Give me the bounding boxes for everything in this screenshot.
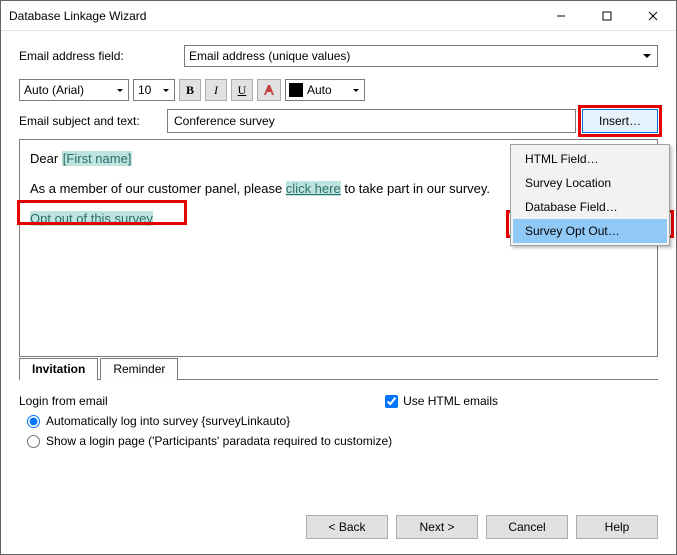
email-field-select[interactable]: Email address (unique values) <box>184 45 658 67</box>
text-color-icon <box>262 83 276 97</box>
subject-label: Email subject and text: <box>19 114 167 128</box>
click-here-link: click here <box>286 181 341 196</box>
radio-login-page-input[interactable] <box>27 435 40 448</box>
insert-button[interactable]: Insert… <box>582 109 658 133</box>
menu-survey-opt-out[interactable]: Survey Opt Out… <box>513 219 667 243</box>
content-area: Email address field: Email address (uniq… <box>1 31 676 505</box>
firstname-placeholder: [First name] <box>62 151 133 166</box>
underline-button[interactable]: U <box>231 79 253 101</box>
insert-context-menu: HTML Field… Survey Location Database Fie… <box>510 144 670 246</box>
font-select[interactable]: Auto (Arial) <box>19 79 129 101</box>
window-title: Database Linkage Wizard <box>9 9 538 23</box>
radio-login-page[interactable]: Show a login page ('Participants' parada… <box>27 434 658 448</box>
fill-color-select[interactable]: Auto <box>285 79 365 101</box>
tab-reminder[interactable]: Reminder <box>100 358 178 380</box>
email-field-value: Email address (unique values) <box>189 49 350 63</box>
next-button[interactable]: Next > <box>396 515 478 539</box>
back-button[interactable]: < Back <box>306 515 388 539</box>
text-color-button[interactable] <box>257 79 281 101</box>
radio-auto-login[interactable]: Automatically log into survey {surveyLin… <box>27 414 658 428</box>
wizard-window: Database Linkage Wizard Email address fi… <box>0 0 677 555</box>
minimize-button[interactable] <box>538 1 584 31</box>
tab-invitation[interactable]: Invitation <box>19 358 98 380</box>
use-html-checkbox[interactable]: Use HTML emails <box>385 394 498 408</box>
cancel-button[interactable]: Cancel <box>486 515 568 539</box>
color-swatch <box>289 83 303 97</box>
bold-button[interactable]: B <box>179 79 201 101</box>
italic-button[interactable]: I <box>205 79 227 101</box>
menu-html-field[interactable]: HTML Field… <box>513 147 667 171</box>
login-header-label: Login from email <box>19 394 108 408</box>
maximize-button[interactable] <box>584 1 630 31</box>
subject-input[interactable] <box>167 109 576 133</box>
radio-auto-login-input[interactable] <box>27 415 40 428</box>
opt-out-link: Opt out of this survey <box>30 211 153 226</box>
use-html-input[interactable] <box>385 395 398 408</box>
login-options: Login from email Use HTML emails Automat… <box>19 394 658 454</box>
email-field-label: Email address field: <box>19 49 184 63</box>
close-button[interactable] <box>630 1 676 31</box>
menu-survey-location[interactable]: Survey Location <box>513 171 667 195</box>
footer-buttons: < Back Next > Cancel Help <box>1 505 676 554</box>
menu-database-field[interactable]: Database Field… <box>513 195 667 219</box>
font-size-select[interactable]: 10 <box>133 79 175 101</box>
help-button[interactable]: Help <box>576 515 658 539</box>
titlebar: Database Linkage Wizard <box>1 1 676 31</box>
format-toolbar: Auto (Arial) 10 B I U Auto <box>19 79 658 101</box>
tab-row: Invitation Reminder <box>19 357 658 380</box>
